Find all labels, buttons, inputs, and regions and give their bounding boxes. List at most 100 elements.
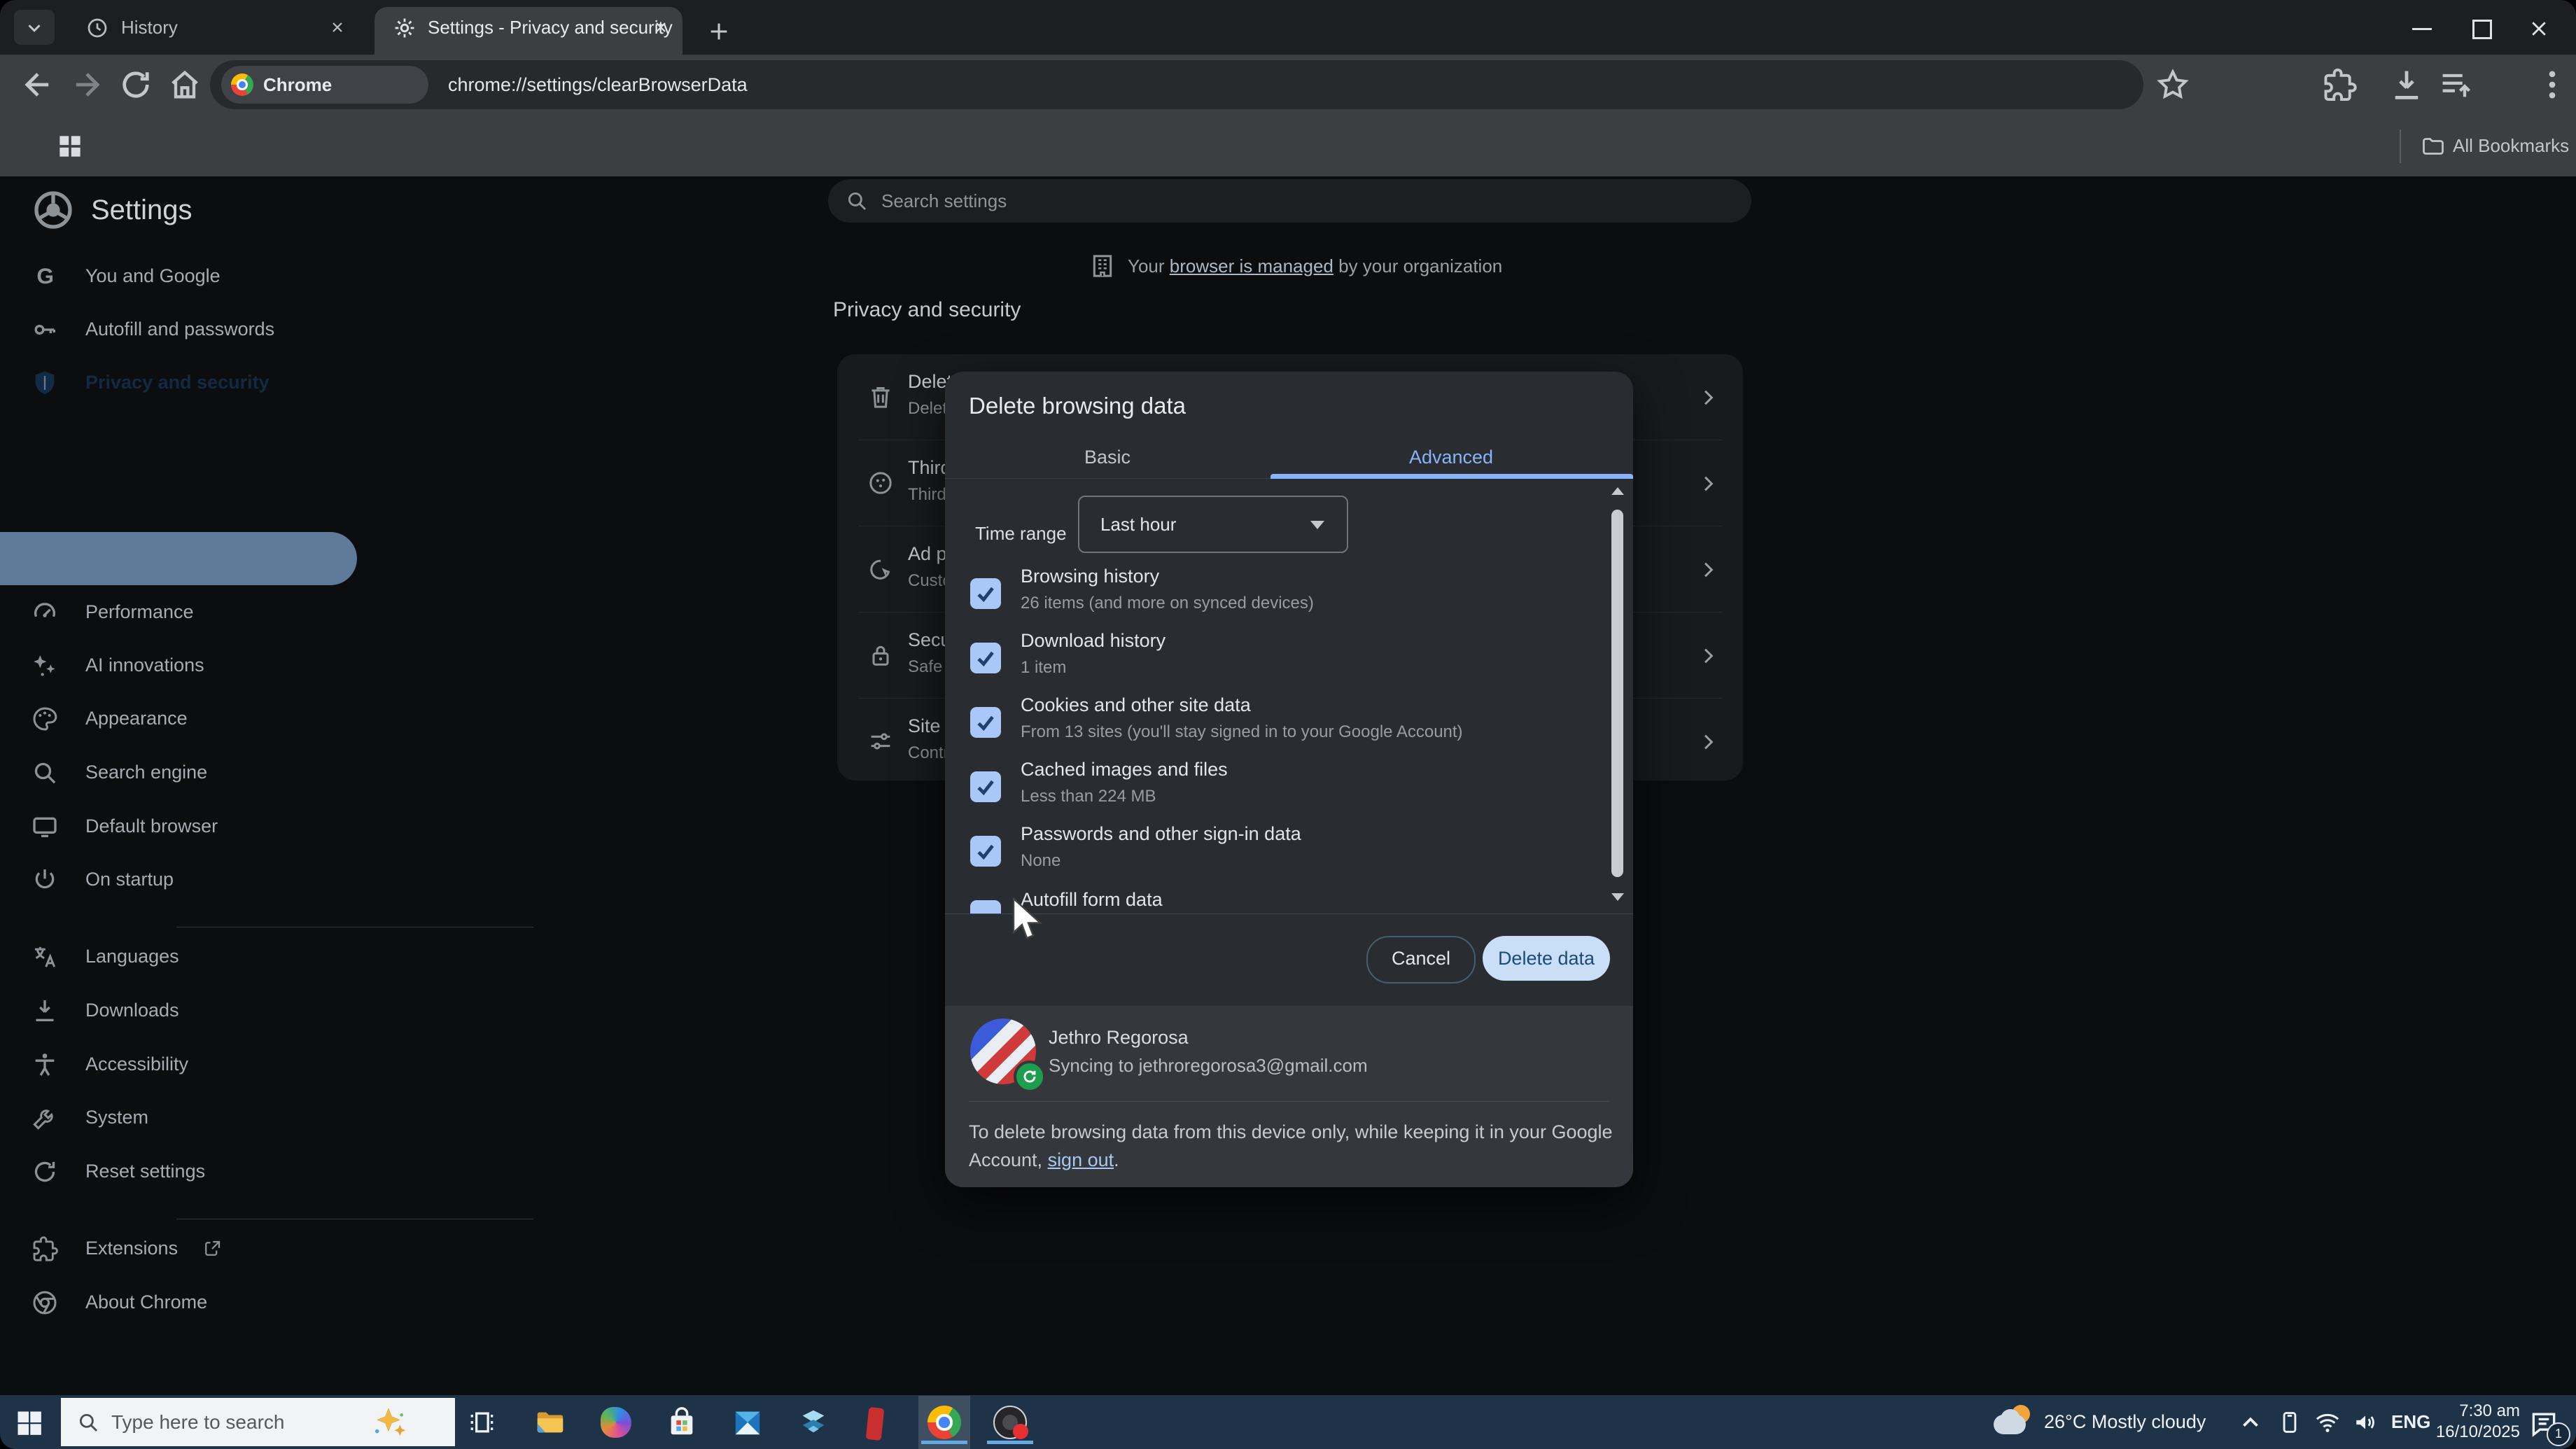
managed-suffix: by your organization — [1334, 255, 1502, 276]
reading-list-icon[interactable] — [2437, 66, 2474, 103]
forward-icon[interactable] — [69, 66, 105, 103]
menu-dots-icon[interactable] — [2534, 66, 2570, 103]
tab-history[interactable]: History — [66, 7, 360, 55]
sidebar-item-about-chrome[interactable]: About Chrome — [0, 1275, 357, 1329]
managed-link[interactable]: browser is managed — [1170, 255, 1334, 276]
footer-note: To delete browsing data from this device… — [969, 1118, 1620, 1174]
speedometer-icon — [31, 598, 59, 626]
sign-out-link[interactable]: sign out — [1048, 1149, 1114, 1170]
checkbox-checked[interactable] — [970, 578, 1001, 609]
dialog-tab-basic[interactable]: Basic — [1002, 435, 1212, 479]
window-close-button[interactable] — [2517, 13, 2562, 43]
device-icon[interactable] — [2276, 1409, 2303, 1436]
palette-icon — [31, 705, 59, 733]
weather-status[interactable]: 26°C Mostly cloudy — [2044, 1395, 2206, 1449]
home-icon[interactable] — [167, 66, 203, 103]
taskbar-app-task-view[interactable] — [460, 1401, 503, 1444]
taskbar-app-defender-shield[interactable] — [792, 1401, 835, 1444]
sidebar-selected-pill — [0, 532, 357, 585]
window-maximize-button[interactable] — [2458, 13, 2503, 43]
active-tab-underline — [1270, 474, 1633, 479]
tab-search-button[interactable] — [14, 10, 55, 45]
clock[interactable]: 7:30 am 16/10/2025 — [2429, 1401, 2520, 1444]
taskbar-app-chrome[interactable] — [923, 1401, 966, 1444]
dialog-list-bottom-divider — [945, 913, 1633, 914]
tab-close-button[interactable] — [649, 15, 673, 39]
apps-grid-icon[interactable] — [55, 131, 85, 162]
checkbox-checked[interactable] — [970, 643, 1001, 673]
taskbar-search-placeholder: Type here to search — [111, 1398, 284, 1446]
checkbox-checked[interactable] — [970, 707, 1001, 738]
tray-chevron-up-icon[interactable] — [2237, 1409, 2264, 1436]
sidebar-item-appearance[interactable]: Appearance — [0, 692, 357, 746]
delete-data-button[interactable]: Delete data — [1483, 936, 1610, 981]
lock-icon — [867, 641, 895, 669]
windows-taskbar: Type here to search — [0, 1395, 2576, 1449]
downloads-icon[interactable] — [2388, 66, 2425, 103]
scrollbar-thumb[interactable] — [1611, 510, 1623, 877]
sidebar-item-search-engine[interactable]: Search engine — [0, 746, 357, 799]
sidebar-item-on-startup[interactable]: On startup — [0, 853, 357, 906]
tab-title: Settings - Privacy and security — [428, 7, 673, 48]
sidebar-item-ai-innovations[interactable]: AI innovations — [0, 638, 357, 692]
checkbox-checked[interactable] — [970, 836, 1001, 867]
checkbox-checked[interactable] — [970, 771, 1001, 802]
taskbar-app-copilot[interactable] — [594, 1401, 638, 1444]
window-minimize-button[interactable] — [2400, 13, 2444, 43]
all-bookmarks-label: All Bookmarks — [2453, 115, 2569, 176]
taskbar-app-mail[interactable] — [726, 1401, 769, 1444]
sidebar-item-default-browser[interactable]: Default browser — [0, 799, 357, 853]
minimize-icon — [2412, 28, 2432, 30]
cancel-button[interactable]: Cancel — [1366, 936, 1476, 983]
bookmark-star-icon[interactable] — [2155, 66, 2191, 103]
sidebar-item-extensions[interactable]: Extensions — [0, 1222, 357, 1275]
settings-search-bar[interactable]: Search settings — [828, 179, 1751, 223]
tab-close-button[interactable] — [326, 15, 349, 39]
key-icon — [31, 316, 59, 344]
address-bar[interactable]: Chrome chrome://settings/clearBrowserDat… — [210, 60, 2143, 109]
taskbar-search-box[interactable]: Type here to search — [61, 1398, 455, 1446]
taskbar-app-microsoft-store[interactable] — [660, 1401, 704, 1444]
time-range-label: Time range — [975, 523, 1067, 545]
extensions-puzzle-icon[interactable] — [2321, 66, 2358, 103]
start-button[interactable] — [10, 1404, 52, 1441]
dialog-scrollbar[interactable] — [1607, 479, 1628, 913]
all-bookmarks-button[interactable]: All Bookmarks — [2416, 115, 2576, 176]
time-range-select[interactable]: Last hour — [1078, 496, 1348, 553]
language-indicator[interactable]: ENG — [2391, 1395, 2430, 1449]
reload-icon[interactable] — [118, 66, 154, 103]
checkbox-checked[interactable] — [970, 900, 1001, 913]
back-icon[interactable] — [20, 66, 56, 103]
taskbar-app-file-explorer[interactable] — [528, 1401, 572, 1444]
mouse-cursor — [1011, 897, 1047, 942]
sidebar-item-you-and-google[interactable]: G You and Google — [0, 249, 357, 303]
wifi-icon[interactable] — [2314, 1409, 2341, 1436]
chevron-down-icon — [24, 18, 45, 38]
sidebar-item-accessibility[interactable]: Accessibility — [0, 1037, 357, 1091]
sidebar-item-downloads[interactable]: Downloads — [0, 983, 357, 1037]
speaker-icon[interactable] — [2352, 1409, 2379, 1436]
sidebar-item-privacy-security[interactable]: Privacy and security — [0, 356, 357, 410]
sidebar-item-languages[interactable]: Languages — [0, 930, 357, 983]
maximize-icon — [2472, 20, 2492, 39]
sidebar-item-performance[interactable]: Performance — [0, 585, 357, 639]
history-clock-icon — [86, 17, 108, 39]
taskbar-app-recorder[interactable] — [988, 1401, 1032, 1444]
sidebar-item-reset-settings[interactable]: Reset settings — [0, 1144, 357, 1198]
sidebar-title: Settings — [91, 188, 192, 232]
profile-name: Jethro Regorosa — [1049, 1027, 1189, 1049]
sidebar-item-autofill[interactable]: Autofill and passwords — [0, 302, 357, 356]
taskbar-app-red[interactable] — [858, 1401, 901, 1444]
scrollbar-down-arrow[interactable] — [1611, 893, 1624, 901]
weather-icon[interactable] — [1992, 1402, 2036, 1443]
puzzle-icon — [31, 1235, 59, 1263]
settings-sidebar: Settings G You and Google Autofill and p… — [0, 176, 364, 1395]
scrollbar-up-arrow[interactable] — [1611, 487, 1624, 495]
monitor-icon — [31, 813, 59, 841]
dialog-tab-advanced[interactable]: Advanced — [1346, 435, 1556, 479]
tab-settings-active[interactable]: Settings - Privacy and security — [374, 7, 682, 55]
new-tab-button[interactable] — [701, 14, 736, 49]
reset-icon — [31, 1158, 59, 1186]
google-g-icon: G — [31, 262, 59, 290]
sidebar-item-system[interactable]: System — [0, 1091, 357, 1144]
